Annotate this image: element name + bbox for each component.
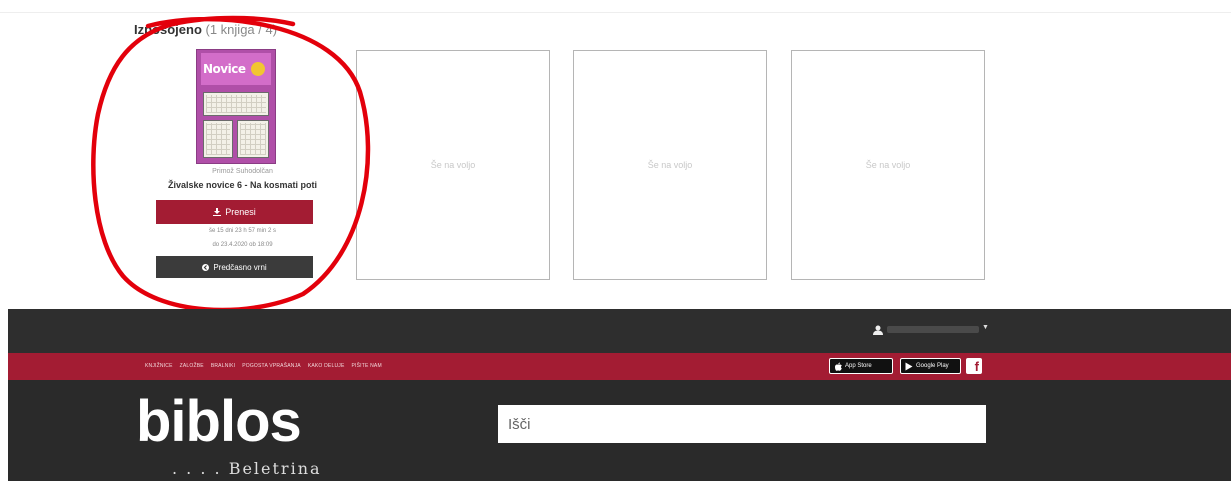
book-title[interactable]: Živalske novice 6 - Na kosmati poti <box>140 180 345 190</box>
google-play-button[interactable]: Google Play <box>900 358 961 374</box>
biblos-logo[interactable]: biblos <box>136 384 302 460</box>
book-cover[interactable]: Novice <box>196 49 276 164</box>
loans-heading: Izposojeno (1 knjiga / 4) <box>134 22 277 37</box>
slot-label: Še na voljo <box>865 160 911 170</box>
return-button[interactable]: Predčasno vrni <box>156 256 313 278</box>
apple-icon <box>835 362 842 371</box>
empty-slot: Še na voljo <box>573 50 767 280</box>
nav-link-libraries[interactable]: KNJIŽNICE <box>145 363 173 369</box>
loans-heading-label: Izposojeno <box>134 22 202 37</box>
slot-label: Še na voljo <box>430 160 476 170</box>
footer-top-bar <box>8 309 1231 353</box>
top-divider <box>0 12 1231 13</box>
loans-count: (1 knjiga / 4) <box>205 22 278 37</box>
cover-badge <box>251 62 265 76</box>
facebook-icon[interactable]: f <box>966 358 982 374</box>
nav-link-how-it-works[interactable]: KAKO DELUJE <box>308 363 345 369</box>
user-icon[interactable] <box>873 325 883 335</box>
borrowed-book-card: Novice Primož Suhodolčan Živalske novice… <box>140 48 345 278</box>
google-play-icon <box>905 362 913 370</box>
nav-link-readers[interactable]: BRALNIKI <box>211 363 235 369</box>
download-label: Prenesi <box>225 207 256 217</box>
app-store-button[interactable]: App Store <box>829 358 893 374</box>
due-date: do 23.4.2020 ob 18:09 <box>212 242 273 248</box>
google-play-label: Google Play <box>916 363 949 369</box>
due-remaining: še 15 dni 23 h 57 min 2 s <box>208 228 277 234</box>
return-icon <box>202 263 210 271</box>
nav-link-contact[interactable]: PIŠITE NAM <box>351 363 381 369</box>
return-label: Predčasno vrni <box>213 262 267 272</box>
nav-link-publishers[interactable]: ZALOŽBE <box>180 363 204 369</box>
slot-label: Še na voljo <box>647 160 693 170</box>
nav-link-faq[interactable]: POGOSTA VPRAŠANJA <box>242 363 301 369</box>
search-input[interactable] <box>498 405 986 443</box>
user-menu[interactable] <box>887 326 979 333</box>
empty-slot: Še na voljo <box>791 50 985 280</box>
empty-slot: Še na voljo <box>356 50 550 280</box>
logo-tagline: . . . . Beletrina <box>172 459 322 478</box>
download-button[interactable]: Prenesi <box>156 200 313 224</box>
download-icon <box>213 208 222 216</box>
cover-title: Novice <box>203 62 246 76</box>
footer-nav-links: KNJIŽNICE ZALOŽBE BRALNIKI POGOSTA VPRAŠ… <box>145 363 382 369</box>
chevron-down-icon[interactable]: ▼ <box>982 324 989 331</box>
book-author: Primož Suhodolčan <box>212 168 273 175</box>
app-store-label: App Store <box>845 363 872 369</box>
